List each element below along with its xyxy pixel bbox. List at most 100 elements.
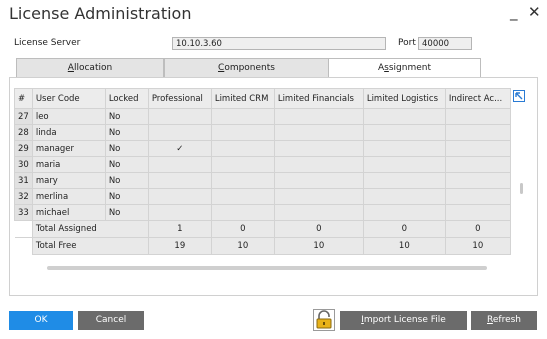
limited-financials-cell[interactable] — [273, 108, 364, 125]
locked-cell[interactable]: No — [104, 108, 149, 125]
user-code-cell[interactable]: merlina — [31, 188, 106, 205]
limited-logistics-cell[interactable] — [362, 172, 446, 189]
professional-cell[interactable] — [147, 108, 212, 125]
indirect-access-cell[interactable] — [444, 108, 511, 125]
indirect-access-cell[interactable] — [444, 124, 511, 141]
limited-crm-cell[interactable] — [210, 188, 275, 205]
user-code-cell[interactable]: leo — [31, 108, 106, 125]
col-limited-logistics[interactable]: Limited Logistics — [362, 88, 446, 109]
user-code-cell[interactable]: manager — [31, 140, 106, 157]
locked-cell[interactable]: No — [104, 156, 149, 173]
locked-cell[interactable]: No — [104, 124, 149, 141]
tab-allocation[interactable]: Allocation — [16, 58, 164, 77]
total-free-limited-crm: 10 — [210, 237, 275, 255]
table-header-row: # User Code Locked Professional Limited … — [14, 88, 511, 109]
ok-button[interactable]: OK — [9, 311, 73, 330]
table-row[interactable]: 33 michael No — [14, 204, 511, 221]
port-label: Port — [398, 38, 416, 48]
col-limited-financials[interactable]: Limited Financials — [273, 88, 364, 109]
total-free-professional: 19 — [147, 237, 212, 255]
user-code-cell[interactable]: maria — [31, 156, 106, 173]
limited-logistics-cell[interactable] — [362, 156, 446, 173]
indirect-access-cell[interactable] — [444, 188, 511, 205]
table-row[interactable]: 32 merlina No — [14, 188, 511, 205]
locked-cell[interactable]: No — [104, 140, 149, 157]
indirect-access-cell[interactable] — [444, 156, 511, 173]
limited-financials-cell[interactable] — [273, 204, 364, 221]
close-button[interactable]: ✕ — [528, 3, 541, 21]
table-row[interactable]: 31 mary No — [14, 172, 511, 189]
indirect-access-cell[interactable] — [444, 140, 511, 157]
locked-cell[interactable]: No — [104, 172, 149, 189]
limited-crm-cell[interactable] — [210, 108, 275, 125]
user-code-cell[interactable]: linda — [31, 124, 106, 141]
col-limited-crm[interactable]: Limited CRM — [210, 88, 275, 109]
title-bar: License Administration _ ✕ — [0, 0, 547, 30]
limited-logistics-cell[interactable] — [362, 188, 446, 205]
limited-crm-cell[interactable] — [210, 140, 275, 157]
row-number: 30 — [14, 156, 33, 173]
locked-cell[interactable]: No — [104, 204, 149, 221]
professional-cell[interactable] — [147, 156, 212, 173]
locked-cell[interactable]: No — [104, 188, 149, 205]
license-server-field[interactable]: 10.10.3.60 — [172, 37, 386, 50]
col-number[interactable]: # — [14, 88, 33, 109]
limited-crm-cell[interactable] — [210, 156, 275, 173]
table-row[interactable]: 30 maria No — [14, 156, 511, 173]
import-license-file-button[interactable]: Import License File — [340, 311, 467, 330]
port-field[interactable]: 40000 — [418, 37, 472, 50]
user-code-cell[interactable]: michael — [31, 204, 106, 221]
total-assigned-limited-crm: 0 — [210, 220, 275, 238]
col-locked[interactable]: Locked — [104, 88, 149, 109]
indirect-access-cell[interactable] — [444, 172, 511, 189]
total-assigned-professional: 1 — [147, 220, 212, 238]
assignment-table: # User Code Locked Professional Limited … — [14, 88, 511, 255]
indirect-access-cell[interactable] — [444, 204, 511, 221]
limited-crm-cell[interactable] — [210, 172, 275, 189]
license-server-label: License Server — [14, 38, 81, 48]
limited-financials-cell[interactable] — [273, 156, 364, 173]
blank-cell — [14, 237, 33, 255]
total-free-label: Total Free — [31, 237, 149, 255]
padlock-icon[interactable] — [313, 309, 335, 331]
limited-crm-cell[interactable] — [210, 124, 275, 141]
professional-cell[interactable] — [147, 204, 212, 221]
total-assigned-row: Total Assigned 1 0 0 0 0 — [14, 220, 511, 238]
total-assigned-limited-financials: 0 — [273, 220, 364, 238]
limited-logistics-cell[interactable] — [362, 124, 446, 141]
expand-arrow-icon[interactable] — [513, 90, 525, 102]
row-number: 33 — [14, 204, 33, 221]
vertical-scrollbar[interactable] — [520, 183, 523, 194]
total-assigned-limited-logistics: 0 — [362, 220, 446, 238]
blank-cell — [14, 220, 33, 238]
professional-cell[interactable] — [147, 124, 212, 141]
professional-cell[interactable] — [147, 172, 212, 189]
row-number: 29 — [14, 140, 33, 157]
tab-assignment[interactable]: Assignment — [328, 58, 481, 78]
table-row[interactable]: 29 manager No ✓ — [14, 140, 511, 157]
professional-cell[interactable]: ✓ — [147, 140, 212, 157]
limited-financials-cell[interactable] — [273, 188, 364, 205]
row-number: 28 — [14, 124, 33, 141]
total-assigned-label: Total Assigned — [31, 220, 149, 238]
professional-cell[interactable] — [147, 188, 212, 205]
col-professional[interactable]: Professional — [147, 88, 212, 109]
table-row[interactable]: 28 linda No — [14, 124, 511, 141]
limited-financials-cell[interactable] — [273, 124, 364, 141]
cancel-button[interactable]: Cancel — [78, 311, 144, 330]
limited-financials-cell[interactable] — [273, 140, 364, 157]
limited-logistics-cell[interactable] — [362, 204, 446, 221]
minimize-button[interactable]: _ — [510, 3, 518, 21]
limited-crm-cell[interactable] — [210, 204, 275, 221]
tab-components[interactable]: Components — [164, 58, 329, 77]
limited-financials-cell[interactable] — [273, 172, 364, 189]
horizontal-scrollbar[interactable] — [47, 266, 487, 270]
limited-logistics-cell[interactable] — [362, 140, 446, 157]
refresh-button[interactable]: Refresh — [471, 311, 537, 330]
total-free-limited-logistics: 10 — [362, 237, 446, 255]
col-user-code[interactable]: User Code — [31, 88, 106, 109]
user-code-cell[interactable]: mary — [31, 172, 106, 189]
table-row[interactable]: 27 leo No — [14, 108, 511, 125]
limited-logistics-cell[interactable] — [362, 108, 446, 125]
col-indirect-access[interactable]: Indirect Ac... — [444, 88, 511, 109]
